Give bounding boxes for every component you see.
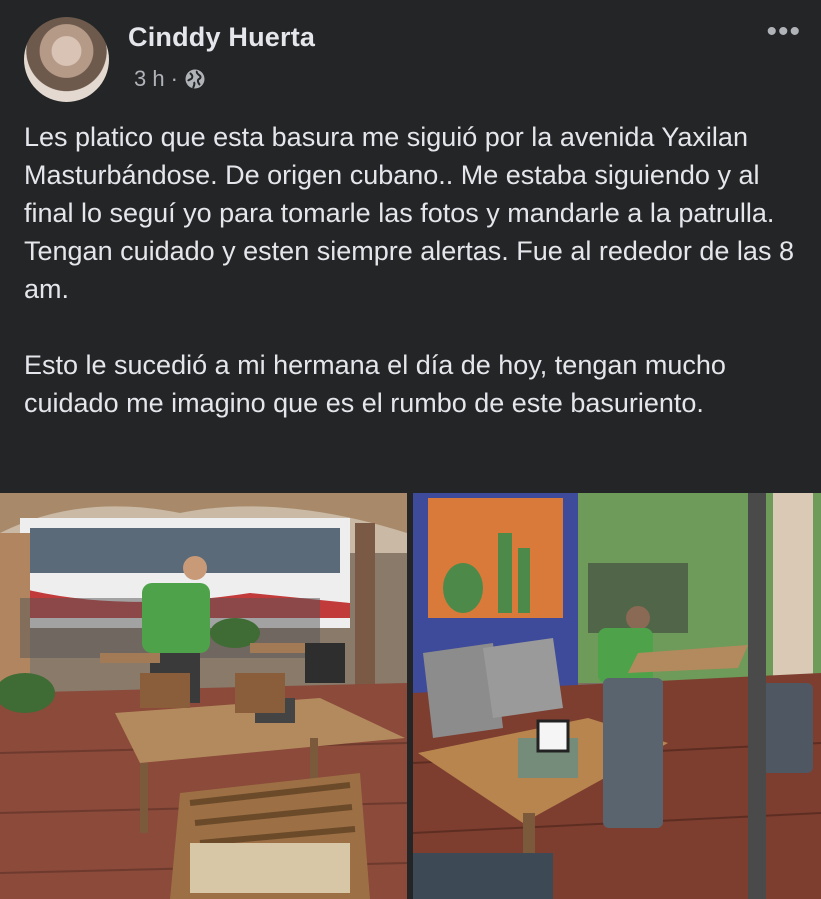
globe-icon [184,68,206,90]
post-meta: 3 h · [134,66,206,92]
post-paragraph: Les platico que esta basura me siguió po… [24,122,794,304]
post-text: Les platico que esta basura me siguió po… [24,118,804,422]
post-header: Cinddy Huerta 3 h · ••• [0,0,821,110]
post-photo-right[interactable] [413,493,821,899]
post-photo-left[interactable] [0,493,407,899]
post-time[interactable]: 3 h [134,66,165,92]
photo-grid [0,493,821,899]
author-name[interactable]: Cinddy Huerta [128,22,315,53]
restaurant-patio-photo-2 [413,493,821,899]
meta-separator: · [170,66,178,91]
restaurant-patio-photo-1 [0,493,407,899]
avatar[interactable] [24,17,109,102]
post-paragraph: Esto le sucedió a mi hermana el día de h… [24,350,726,418]
facebook-post: Cinddy Huerta 3 h · ••• Les platico que … [0,0,821,899]
more-options-button[interactable]: ••• [766,17,801,47]
